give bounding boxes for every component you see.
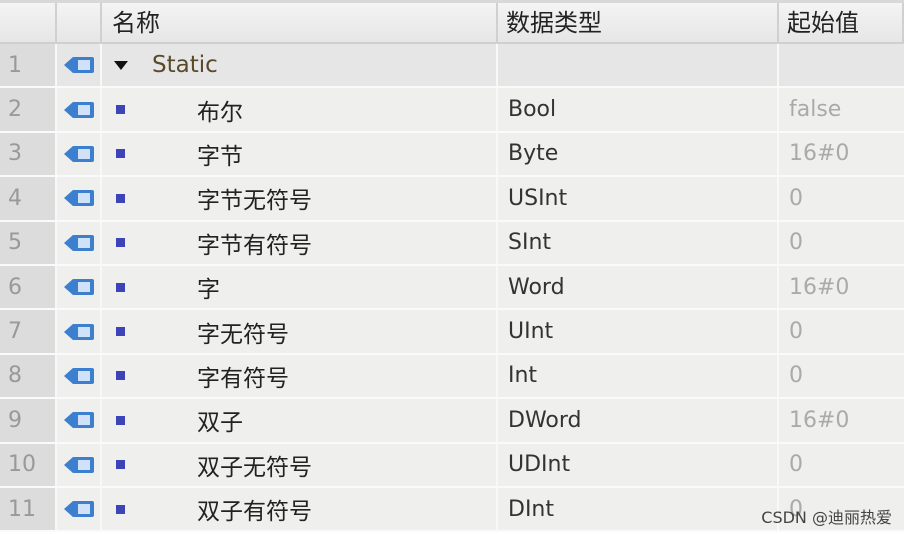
square-bullet-icon [116, 504, 125, 514]
data-type-cell[interactable]: Int [498, 354, 779, 398]
watermark: CSDN @迪丽热爱 [761, 508, 892, 527]
header-name[interactable]: 名称 [102, 3, 498, 42]
header-start[interactable]: 起始值 [779, 3, 904, 42]
variable-name[interactable]: 双子 [197, 403, 243, 437]
data-type-cell[interactable]: UDInt [498, 443, 779, 486]
variable-name[interactable]: 字无符号 [197, 315, 289, 349]
table-row-static[interactable]: 1 Static [0, 44, 904, 89]
variable-name[interactable]: 布尔 [197, 93, 243, 127]
static-variable-tag-icon [63, 456, 94, 473]
square-bullet-icon [116, 193, 125, 203]
variable-name[interactable]: 字有符号 [197, 359, 289, 393]
square-bullet-icon [116, 149, 125, 159]
row-number: 5 [0, 221, 57, 264]
table-row[interactable]: 9 双子 DWord 16#0 [0, 399, 904, 444]
static-variable-tag-icon [63, 101, 94, 118]
data-type-cell[interactable]: USInt [498, 177, 779, 220]
square-bullet-icon [116, 282, 125, 292]
start-value-cell[interactable]: 0 [779, 355, 904, 397]
static-variable-tag-icon [63, 412, 94, 429]
start-value-cell[interactable]: 0 [779, 444, 904, 486]
row-number: 3 [0, 132, 57, 176]
data-type-cell[interactable]: SInt [498, 221, 779, 264]
static-variable-tag-icon [63, 57, 94, 74]
table-row[interactable]: 8 字有符号 Int 0 [0, 354, 904, 400]
table-header: 名称 数据类型 起始值 [0, 0, 904, 44]
start-value-cell[interactable]: 0 [779, 222, 904, 264]
start-value-cell[interactable]: 16#0 [779, 133, 904, 175]
table-row[interactable]: 6 字 Word 16#0 [0, 265, 904, 311]
row-number: 2 [0, 88, 57, 131]
square-bullet-icon [116, 105, 125, 115]
row-number: 1 [0, 44, 57, 87]
table-row[interactable]: 3 字节 Byte 16#0 [0, 132, 904, 178]
start-value-cell[interactable] [779, 44, 904, 86]
start-value-cell[interactable]: 16#0 [779, 399, 904, 441]
row-number: 7 [0, 310, 57, 353]
square-bullet-icon [116, 415, 125, 425]
row-number: 9 [0, 399, 57, 442]
triangle-down-icon[interactable] [114, 60, 128, 70]
data-type-cell[interactable]: Byte [498, 132, 779, 176]
static-variable-tag-icon [63, 501, 94, 518]
static-variable-tag-icon [63, 145, 94, 162]
table-row[interactable]: 2 布尔 Bool false [0, 88, 904, 133]
table-row[interactable]: 10 双子无符号 UDInt 0 [0, 443, 904, 488]
variable-name[interactable]: 字节有符号 [197, 226, 312, 260]
start-value-cell[interactable]: 16#0 [779, 266, 904, 308]
square-bullet-icon [116, 327, 125, 337]
header-num [0, 3, 57, 42]
start-value-cell[interactable]: 0 [779, 310, 904, 352]
table-row[interactable]: 5 字节有符号 SInt 0 [0, 221, 904, 266]
variable-table: 名称 数据类型 起始值 1 Static 2 布尔 Bool false 3 字… [0, 0, 904, 533]
variable-name[interactable]: 字节 [197, 137, 243, 171]
start-value-cell[interactable]: 0 [779, 177, 904, 219]
row-number: 10 [0, 443, 57, 486]
static-variable-tag-icon [63, 234, 94, 251]
row-number: 6 [0, 265, 57, 309]
data-type-cell[interactable]: Bool [498, 88, 779, 131]
header-type[interactable]: 数据类型 [498, 3, 779, 42]
data-type-cell[interactable]: UInt [498, 310, 779, 353]
square-bullet-icon [116, 371, 125, 381]
header-icon [57, 3, 102, 42]
data-type-cell[interactable]: DWord [498, 399, 779, 442]
variable-name[interactable]: 字 [197, 270, 220, 304]
variable-name[interactable]: 双子无符号 [197, 448, 312, 482]
variable-name[interactable]: 字节无符号 [197, 181, 312, 215]
static-variable-tag-icon [63, 190, 94, 207]
static-variable-tag-icon [63, 367, 94, 384]
start-value-cell[interactable]: false [779, 88, 904, 130]
static-variable-tag-icon [63, 279, 94, 296]
row-number: 8 [0, 354, 57, 398]
data-type-cell[interactable]: DInt [498, 487, 779, 531]
static-variable-tag-icon [63, 323, 94, 340]
square-bullet-icon [116, 238, 125, 248]
data-type-cell[interactable] [498, 44, 779, 87]
table-row[interactable]: 4 字节无符号 USInt 0 [0, 177, 904, 222]
row-number: 11 [0, 487, 57, 531]
data-type-cell[interactable]: Word [498, 265, 779, 309]
variable-name[interactable]: 双子有符号 [197, 492, 312, 526]
row-number: 4 [0, 177, 57, 220]
table-row[interactable]: 7 字无符号 UInt 0 [0, 310, 904, 355]
variable-name[interactable]: Static [152, 52, 218, 78]
square-bullet-icon [116, 460, 125, 470]
